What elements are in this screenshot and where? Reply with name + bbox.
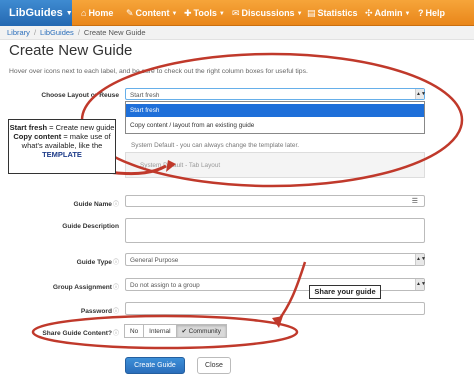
share-internal-button[interactable]: Internal <box>144 324 177 338</box>
chevron-down-icon: ▲▼ <box>415 254 426 265</box>
libguides-menu[interactable]: LibGuides ▼ <box>0 0 73 26</box>
guide-type-label-text: Guide Type <box>76 259 112 266</box>
layout-dropdown-menu: Start fresh Copy content / layout from a… <box>125 101 425 134</box>
chevron-down-icon: ▼ <box>65 10 73 17</box>
nav-statistics-label: Statistics <box>317 8 358 18</box>
nav-content[interactable]: ✎ Content ▼ <box>126 0 178 26</box>
chevron-down-icon: ▲▼ <box>415 89 426 99</box>
chevron-down-icon: ▼ <box>404 11 411 17</box>
layout-callout: Start fresh = Create new guide Copy cont… <box>8 119 116 174</box>
option-copy-content[interactable]: Copy content / layout from an existing g… <box>126 119 424 132</box>
password-label-text: Password <box>80 308 112 315</box>
layout-label: Choose Layout or Reuse <box>41 92 119 99</box>
callout-template-word: TEMPLATE <box>42 150 82 159</box>
help-circle-icon[interactable]: ⓘ <box>113 285 119 291</box>
help-circle-icon[interactable]: ⓘ <box>113 260 119 266</box>
share-arrowhead <box>272 316 283 328</box>
top-navigation-bar: LibGuides ▼ ⌂ Home ✎ Content ▼ ✚ Tools ▼ ✉ Disc… <box>0 0 474 26</box>
breadcrumb-separator: / <box>77 28 80 37</box>
share-toggle-group: No Internal ✔ Community <box>124 324 227 338</box>
chevron-down-icon: ▼ <box>296 11 303 17</box>
help-circle-icon[interactable]: ⓘ <box>113 202 119 208</box>
guide-type-value: General Purpose <box>130 257 179 264</box>
share-callout: Share your guide <box>309 285 381 299</box>
callout-start-fresh-def: = Create new guide <box>47 123 115 132</box>
guide-description-label: Guide Description <box>62 223 119 230</box>
intro-text: Hover over icons next to each label, and… <box>9 68 308 75</box>
create-guide-button[interactable]: Create Guide <box>125 357 185 374</box>
list-icon: ☰ <box>411 198 418 205</box>
share-content-label: Share Guide Content?ⓘ <box>42 328 119 337</box>
password-input[interactable] <box>125 302 425 315</box>
layout-select[interactable]: Start fresh ▲▼ <box>125 88 426 100</box>
group-value: Do not assign to a group <box>130 282 200 289</box>
template-select: System Default - Tab Layout <box>125 152 425 178</box>
guide-description-input[interactable] <box>125 218 425 243</box>
nav-content-label: Content <box>135 8 170 18</box>
nav-tools[interactable]: ✚ Tools ▼ <box>184 0 225 26</box>
guide-description-label-text: Guide Description <box>62 223 119 230</box>
help-icon: ? <box>418 8 424 18</box>
brand-label: LibGuides <box>9 7 63 19</box>
callout-copy-term: Copy content <box>13 132 62 141</box>
home-icon: ⌂ <box>81 8 87 18</box>
statistics-icon: ▤ <box>307 8 316 18</box>
nav-help[interactable]: ? Help <box>418 0 445 26</box>
help-circle-icon[interactable]: ⓘ <box>113 331 119 337</box>
share-no-button[interactable]: No <box>124 324 145 338</box>
share-label-text: Share Guide Content? <box>42 330 112 337</box>
close-button[interactable]: Close <box>197 357 231 374</box>
guide-type-select[interactable]: General Purpose ▲▼ <box>125 253 426 266</box>
nav-admin-label: Admin <box>374 8 403 18</box>
admin-icon: ✣ <box>365 8 373 18</box>
breadcrumb-current: Create New Guide <box>83 28 146 37</box>
nav-admin[interactable]: ✣ Admin ▼ <box>365 0 411 26</box>
guide-type-label: Guide Typeⓘ <box>77 257 119 266</box>
nav-discussions[interactable]: ✉ Discussions ▼ <box>232 0 303 26</box>
breadcrumb: Library / LibGuides / Create New Guide <box>0 26 474 40</box>
layout-label-text: Choose Layout or Reuse <box>41 92 119 99</box>
breadcrumb-libguides[interactable]: LibGuides <box>40 28 74 37</box>
nav-statistics[interactable]: ▤ Statistics <box>307 0 358 26</box>
chevron-down-icon: ▼ <box>171 11 178 17</box>
nav-home[interactable]: ⌂ Home <box>81 0 113 26</box>
chevron-down-icon: ▼ <box>218 11 225 17</box>
nav-tools-label: Tools <box>193 8 217 18</box>
breadcrumb-separator: / <box>33 28 37 37</box>
share-community-button[interactable]: ✔ Community <box>176 324 227 338</box>
nav-help-label: Help <box>425 8 446 18</box>
group-label-text: Group Assignment <box>52 284 112 291</box>
guide-name-input[interactable]: ☰ <box>125 195 425 207</box>
breadcrumb-library[interactable]: Library <box>7 28 30 37</box>
layout-select-value: Start fresh <box>130 92 160 99</box>
chevron-down-icon: ▲▼ <box>415 279 426 290</box>
content-icon: ✎ <box>126 8 134 18</box>
help-circle-icon[interactable]: ⓘ <box>113 309 119 315</box>
group-assignment-label: Group Assignmentⓘ <box>53 282 119 291</box>
guide-name-label-text: Guide Name <box>73 201 112 208</box>
option-start-fresh[interactable]: Start fresh <box>126 104 424 117</box>
discussions-icon: ✉ <box>232 8 240 18</box>
nav-home-label: Home <box>88 8 114 18</box>
nav-discussions-label: Discussions <box>241 8 295 18</box>
page-title: Create New Guide <box>9 42 133 59</box>
template-value: System Default - Tab Layout <box>140 162 221 169</box>
callout-start-fresh-term: Start fresh <box>9 123 48 132</box>
template-note: System Default - you can always change t… <box>131 142 300 149</box>
tools-icon: ✚ <box>184 8 192 18</box>
password-label: Passwordⓘ <box>81 306 119 315</box>
guide-name-label: Guide Nameⓘ <box>74 199 120 208</box>
